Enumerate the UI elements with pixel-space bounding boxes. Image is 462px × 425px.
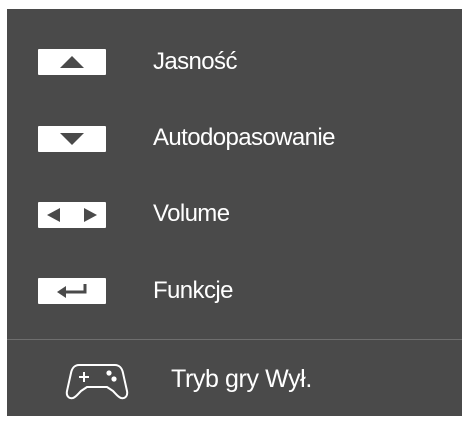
enter-return-icon <box>57 284 87 298</box>
volume-key[interactable] <box>38 202 106 228</box>
brightness-key[interactable] <box>38 49 106 75</box>
functions-key[interactable] <box>38 278 106 304</box>
osd-menu-panel: Jasność Autodopasowanie Volume Funkcje T… <box>7 9 462 416</box>
menu-divider <box>7 339 462 340</box>
volume-label: Volume <box>153 200 230 227</box>
menu-item-functions[interactable]: Funkcje <box>7 261 462 321</box>
auto-adjust-label: Autodopasowanie <box>153 124 335 151</box>
brightness-label: Jasność <box>153 48 237 75</box>
left-right-arrows-icon <box>47 208 97 222</box>
auto-adjust-key[interactable] <box>38 126 106 152</box>
triangle-down-icon <box>60 133 84 145</box>
gamepad-icon <box>65 364 129 400</box>
game-mode-label: Tryb gry Wył. <box>171 365 312 393</box>
menu-item-auto-adjust[interactable]: Autodopasowanie <box>7 108 462 168</box>
menu-item-brightness[interactable]: Jasność <box>7 32 462 92</box>
functions-label: Funkcje <box>153 277 233 304</box>
menu-item-volume[interactable]: Volume <box>7 185 462 245</box>
triangle-up-icon <box>60 56 84 68</box>
